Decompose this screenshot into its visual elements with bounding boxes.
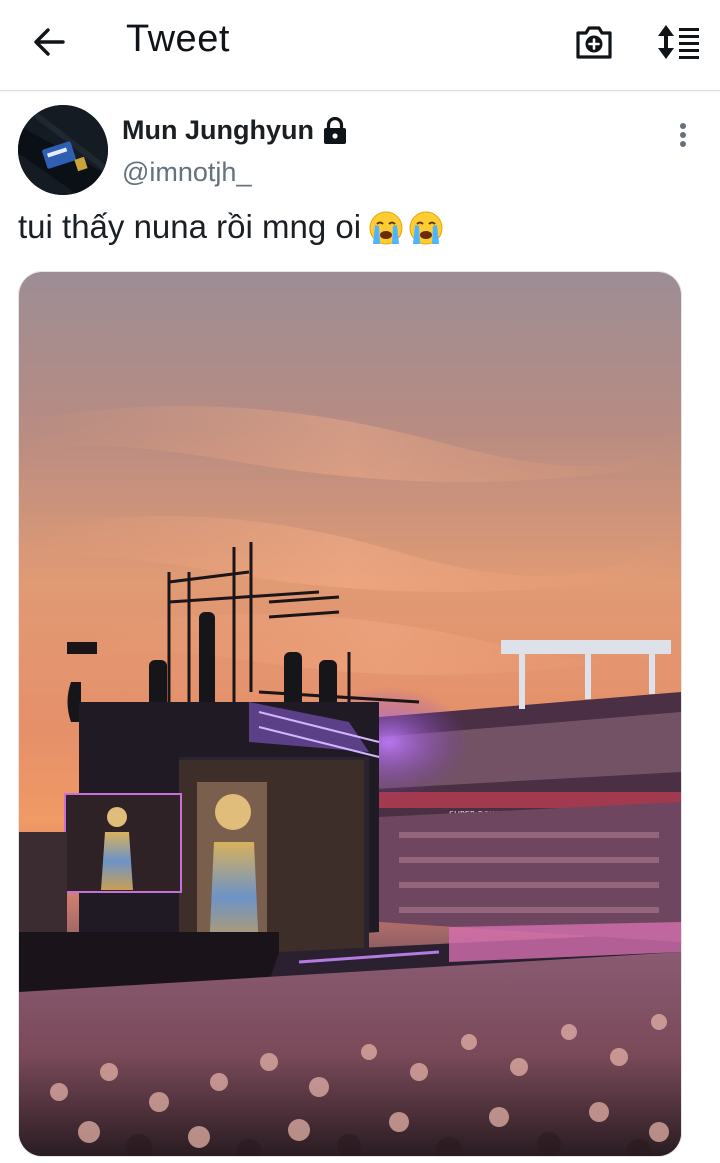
author-name[interactable]: Mun Junghyun [122, 115, 348, 146]
tweet-photo[interactable]: SUPER BOWL CHAMPIONS 2002 2020 [18, 271, 682, 1157]
crying-face-emoji-icon [369, 211, 403, 245]
emoji-group [367, 208, 445, 246]
concert-photo: SUPER BOWL CHAMPIONS 2002 2020 [19, 272, 681, 1156]
top-app-bar: Tweet [0, 0, 720, 91]
author-name-text: Mun Junghyun [122, 115, 314, 145]
crying-face-emoji-icon [409, 211, 443, 245]
page-title: Tweet [126, 18, 230, 60]
author-handle[interactable]: @imnotjh_ [122, 157, 251, 188]
camera-add-icon [576, 26, 612, 59]
sort-icon [658, 25, 699, 59]
more-options-button[interactable] [666, 118, 700, 152]
avatar[interactable] [18, 105, 108, 195]
tweet-body: tui thấy nuna rồi mng oi [18, 208, 362, 245]
more-vertical-icon [680, 123, 686, 147]
arrow-left-icon [34, 28, 65, 56]
tweet-text: tui thấy nuna rồi mng oi [18, 208, 698, 246]
sort-button[interactable] [652, 20, 704, 64]
back-button[interactable] [24, 19, 74, 65]
camera-button[interactable] [572, 20, 616, 64]
lock-icon [323, 116, 346, 144]
